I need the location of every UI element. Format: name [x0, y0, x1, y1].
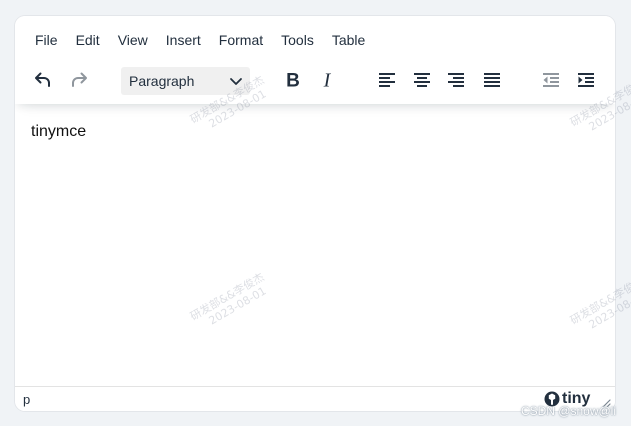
editor-content-area[interactable]: tinymce: [15, 104, 615, 387]
svg-text:I: I: [323, 70, 332, 92]
align-right-button[interactable]: [440, 64, 472, 96]
align-justify-button[interactable]: [476, 64, 508, 96]
align-center-icon: [414, 73, 430, 87]
editor-header: File Edit View Insert Format Tools Table: [15, 16, 615, 104]
menu-insert[interactable]: Insert: [156, 29, 209, 51]
editor-container: File Edit View Insert Format Tools Table: [15, 16, 615, 411]
indent-button[interactable]: [570, 64, 602, 96]
menu-file[interactable]: File: [25, 29, 66, 51]
menu-table[interactable]: Table: [322, 29, 373, 51]
undo-button[interactable]: [27, 64, 59, 96]
align-left-icon: [379, 73, 395, 87]
align-justify-icon: [484, 73, 500, 87]
outdent-button[interactable]: [535, 64, 567, 96]
content-paragraph[interactable]: tinymce: [31, 123, 86, 141]
redo-icon: [72, 72, 87, 87]
chevron-down-icon: [230, 78, 242, 85]
outdent-icon: [543, 73, 559, 87]
menu-format[interactable]: Format: [209, 29, 271, 51]
toolbar: Paragraph B I: [15, 64, 615, 96]
align-center-button[interactable]: [406, 64, 438, 96]
italic-button[interactable]: I: [311, 64, 343, 96]
italic-icon: I: [323, 70, 332, 92]
align-left-button[interactable]: [371, 64, 403, 96]
menu-tools[interactable]: Tools: [271, 29, 322, 51]
indent-icon: [578, 73, 594, 87]
bold-button[interactable]: B: [277, 64, 309, 96]
redo-button[interactable]: [63, 64, 95, 96]
align-right-icon: [448, 73, 464, 87]
undo-icon: [35, 72, 50, 87]
block-format-label: Paragraph: [129, 73, 195, 89]
svg-text:B: B: [286, 71, 300, 92]
menu-edit[interactable]: Edit: [66, 29, 108, 51]
menubar: File Edit View Insert Format Tools Table: [25, 29, 373, 51]
bold-icon: B: [286, 71, 300, 92]
block-format-select[interactable]: Paragraph: [121, 67, 250, 95]
menu-view[interactable]: View: [108, 29, 156, 51]
csdn-credit: CSDN @snow@li: [520, 404, 616, 418]
element-path[interactable]: p: [23, 392, 30, 407]
